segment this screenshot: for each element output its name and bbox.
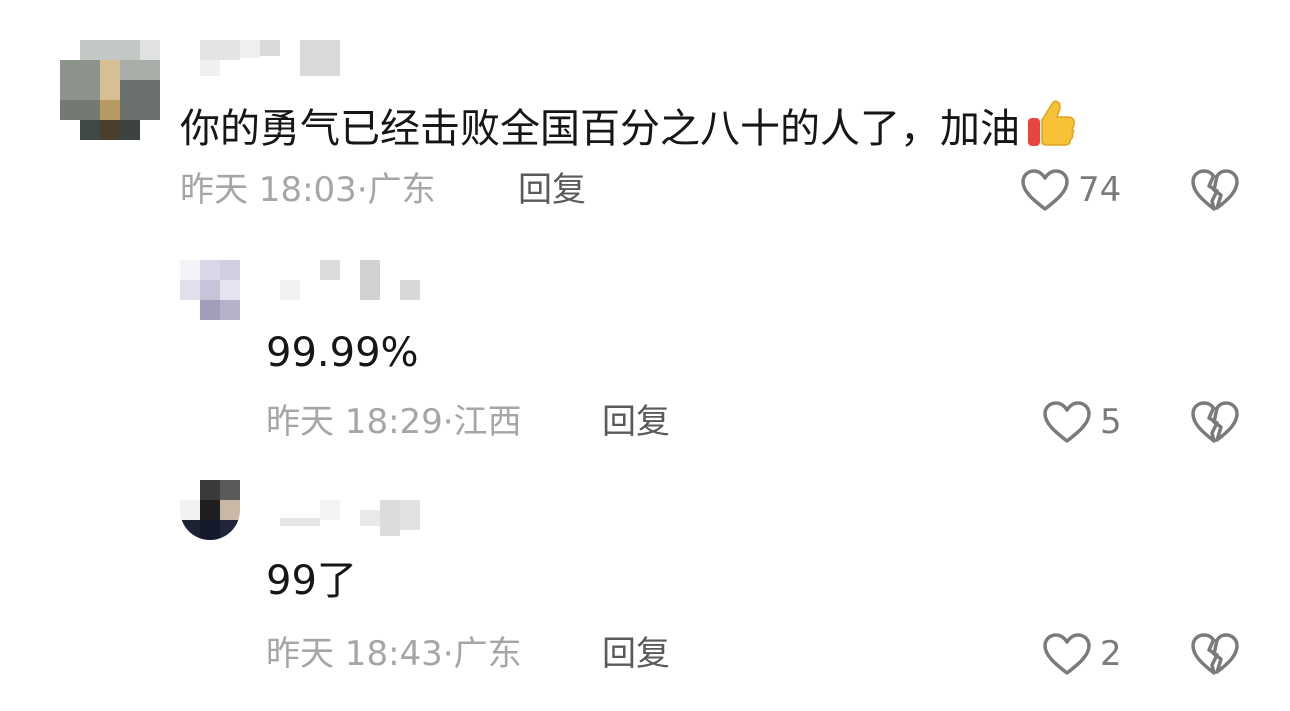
dislike-button[interactable] [1190,400,1240,448]
like-count: 74 [1078,170,1122,210]
dislike-button[interactable] [1190,168,1240,216]
like-button[interactable]: 2 [1042,632,1122,676]
like-count: 2 [1100,634,1122,674]
comment-meta: 昨天 18:29·江西 [266,402,522,442]
comment-location: 广东 [367,170,436,210]
heart-outline-icon [1043,401,1091,443]
comment-item: 你的勇气已经击败全国百分之八十的人了，加油 昨天 18:03·广东 回复 74 [0,0,1290,230]
meta-separator: · [442,402,454,442]
like-button[interactable]: 5 [1042,400,1122,444]
comment-time: 昨天 18:43 [266,634,443,674]
comment-meta: 昨天 18:43·广东 [266,634,522,674]
broken-heart-icon [1191,633,1239,675]
meta-separator: · [442,634,454,674]
avatar[interactable] [180,480,240,540]
thumbs-up-icon [1024,96,1078,162]
meta-separator: · [356,170,368,210]
comment-text: 99了 [266,558,357,604]
broken-heart-icon [1191,401,1239,443]
comment-text-content: 你的勇气已经击败全国百分之八十的人了，加油 [180,106,1020,152]
comment-location: 江西 [453,402,522,442]
comment-time: 昨天 18:03 [180,170,357,210]
comment-meta: 昨天 18:03·广东 [180,170,436,210]
reply-button[interactable]: 回复 [602,634,670,674]
reply-button[interactable]: 回复 [518,170,586,210]
comment-time: 昨天 18:29 [266,402,443,442]
username-blurred[interactable] [280,260,420,300]
username-blurred[interactable] [200,40,340,76]
like-button[interactable]: 74 [1020,168,1121,212]
comment-text: 你的勇气已经击败全国百分之八十的人了，加油 [180,96,1078,162]
like-count: 5 [1100,402,1122,442]
username-blurred[interactable] [280,500,420,536]
broken-heart-icon [1191,169,1239,211]
avatar[interactable] [180,260,240,320]
comment-text: 99.99% [266,330,419,376]
heart-outline-icon [1043,633,1091,675]
comment-location: 广东 [453,634,522,674]
avatar[interactable] [60,40,160,140]
heart-outline-icon [1021,169,1069,211]
dislike-button[interactable] [1190,632,1240,680]
reply-button[interactable]: 回复 [602,402,670,442]
